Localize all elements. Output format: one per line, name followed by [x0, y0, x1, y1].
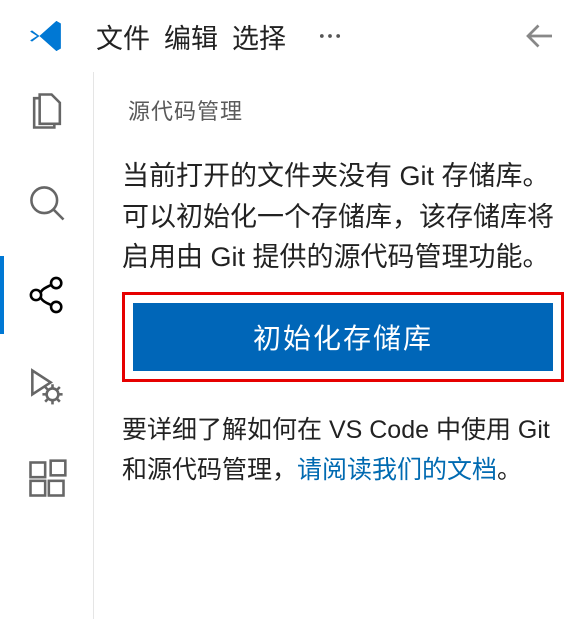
scm-description: 当前打开的文件夹没有 Git 存储库。可以初始化一个存储库，该存储库将启用由 G… [122, 156, 564, 278]
learn-suffix: 。 [497, 456, 522, 484]
activity-explorer[interactable] [0, 86, 94, 136]
activity-extensions[interactable] [0, 454, 94, 504]
menu-select[interactable]: 选择 [230, 13, 288, 60]
panel-title: 源代码管理 [94, 72, 586, 144]
vscode-logo [0, 16, 94, 56]
learn-more-text: 要详细了解如何在 VS Code 中使用 Git 和源代码管理，请阅读我们的文档… [122, 410, 564, 490]
menu-file[interactable]: 文件 [94, 13, 152, 60]
back-arrow-icon[interactable] [522, 18, 558, 54]
docs-link[interactable]: 请阅读我们的文档 [297, 456, 497, 484]
highlight-box: 初始化存储库 [122, 292, 564, 382]
activity-bar [0, 72, 94, 619]
panel-body: 当前打开的文件夹没有 Git 存储库。可以初始化一个存储库，该存储库将启用由 G… [94, 144, 586, 490]
source-control-panel: 源代码管理 当前打开的文件夹没有 Git 存储库。可以初始化一个存储库，该存储库… [94, 72, 586, 619]
activity-run-debug[interactable] [0, 362, 94, 412]
title-bar: 文件 编辑 选择 [0, 0, 586, 72]
activity-source-control[interactable] [0, 270, 94, 320]
menu-bar: 文件 编辑 选择 [94, 13, 586, 60]
menu-more-icon[interactable] [310, 22, 350, 50]
body-area: 源代码管理 当前打开的文件夹没有 Git 存储库。可以初始化一个存储库，该存储库… [0, 72, 586, 619]
activity-search[interactable] [0, 178, 94, 228]
menu-edit[interactable]: 编辑 [162, 13, 220, 60]
init-repo-button[interactable]: 初始化存储库 [133, 303, 553, 371]
